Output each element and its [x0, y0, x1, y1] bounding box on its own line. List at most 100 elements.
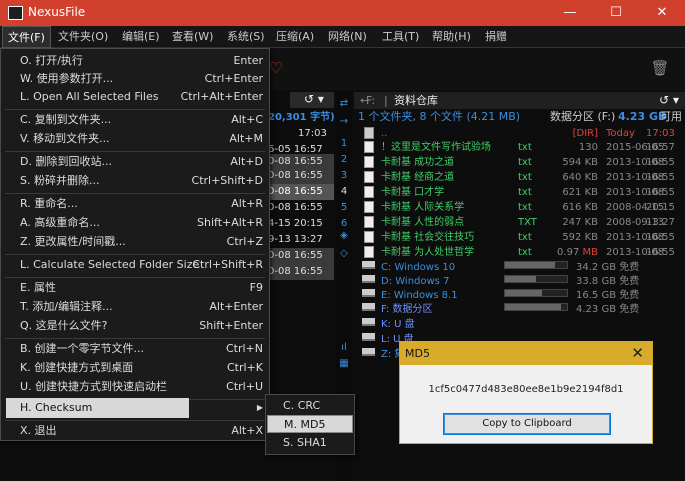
file-row[interactable]: 卡耐基 口才学 txt 621 KB 2013-10-08 16:55: [354, 186, 685, 200]
menu-donate[interactable]: 捐赠: [480, 26, 512, 48]
app-icon: [8, 6, 23, 20]
menu-item-comment[interactable]: T. 添加/编辑注释... Alt+Enter: [1, 297, 269, 317]
left-row[interactable]: 4-15 20:15: [268, 216, 334, 232]
menu-item-advanced-rename[interactable]: A. 高级重命名... Shift+Alt+R: [1, 213, 269, 233]
left-row[interactable]: 9-13 13:27: [268, 232, 334, 248]
file-row[interactable]: 卡耐基 经商之道 txt 640 KB 2013-10-08 16:55: [354, 171, 685, 185]
menu-network[interactable]: 网络(N): [323, 26, 372, 48]
menu-tools[interactable]: 工具(T): [377, 26, 424, 48]
path-drive[interactable]: F:: [366, 92, 375, 109]
copy-arrow-icon[interactable]: →: [338, 116, 350, 127]
file-size: 130: [578, 142, 598, 153]
file-menu-dropdown: O. 打开/执行 Enter W. 使用参数打开... Ctrl+Enter L. …: [0, 48, 270, 441]
file-ext: txt: [518, 142, 532, 153]
drive-row[interactable]: F: 数据分区 4.23 GB 免费: [354, 303, 685, 317]
submenu-item-md5[interactable]: M. MD5: [267, 415, 353, 433]
bookmark-5[interactable]: 5: [338, 202, 350, 213]
file-size: 594 KB: [562, 157, 598, 168]
menu-file[interactable]: 文件(F): [2, 26, 51, 48]
text-file-icon: [364, 216, 374, 228]
drive-row[interactable]: D: Windows 7 33.8 GB 免费: [354, 275, 685, 289]
menu-item-shred-delete[interactable]: S. 粉碎并删除... Ctrl+Shift+D: [1, 171, 269, 191]
menu-system[interactable]: 系统(S): [222, 26, 270, 48]
left-row[interactable]: 0-08 16:55: [268, 264, 334, 280]
text-file-icon: [364, 231, 374, 243]
left-row[interactable]: 0-08 16:55: [268, 168, 334, 184]
drive-row[interactable]: K: U 盘: [354, 318, 685, 332]
folder-summary: 1 个文件夹, 8 个文件 (4.21 MB): [358, 110, 521, 123]
left-panel-header: ↺ ▾: [290, 92, 334, 108]
left-refresh-icon[interactable]: ↺ ▾: [304, 92, 324, 106]
file-row[interactable]: 卡耐基 人际关系学 txt 616 KB 2008-04-15 20:15: [354, 201, 685, 215]
menu-edit[interactable]: 编辑(E): [117, 26, 165, 48]
dialog-close-icon[interactable]: ✕: [631, 342, 644, 365]
file-size: 247 KB: [562, 217, 598, 228]
menu-item-move-to[interactable]: V. 移动到文件夹... Alt+M: [1, 129, 269, 149]
menu-item-what-file[interactable]: Q. 这是什么文件? Shift+Enter: [1, 316, 269, 336]
menu-item-open[interactable]: O. 打开/执行 Enter: [1, 51, 269, 71]
copy-to-clipboard-button[interactable]: Copy to Clipboard: [443, 413, 611, 435]
path-folder[interactable]: 资料仓库: [394, 92, 438, 109]
bookmark-3[interactable]: 3: [338, 170, 350, 181]
menu-item-rename[interactable]: R. 重命名... Alt+R: [1, 194, 269, 214]
signal-icon[interactable]: ıl: [338, 342, 350, 353]
close-button[interactable]: ✕: [639, 0, 685, 26]
parent-dir-row[interactable]: .. [DIR] Today 17:03: [354, 127, 685, 141]
submenu-item-sha1[interactable]: S. SHA1: [267, 434, 353, 452]
drive-row[interactable]: E: Windows 8.1 16.5 GB 免费: [354, 289, 685, 303]
left-size-text: 20,301 字节): [268, 112, 334, 123]
file-ext: txt: [518, 202, 532, 213]
text-file-icon: [364, 201, 374, 213]
menu-item-zero-byte-file[interactable]: B. 创建一个零字节文件... Ctrl+N: [1, 339, 269, 359]
checksum-submenu-arrow-icon[interactable]: ▶: [189, 398, 269, 418]
menu-help[interactable]: 帮助(H): [427, 26, 476, 48]
menu-item-change-attributes[interactable]: Z. 更改属性/时间戳... Ctrl+Z: [1, 232, 269, 252]
file-time: 16:55: [646, 187, 675, 198]
file-row[interactable]: 卡耐基 人性的弱点 TXT 247 KB 2008-09-13 13:27: [354, 216, 685, 230]
left-row[interactable]: 0-08 16:55: [268, 200, 334, 216]
left-row[interactable]: 0-08 16:55: [268, 184, 334, 200]
swap-panels-icon[interactable]: ⇄: [338, 98, 350, 109]
menu-item-checksum[interactable]: H. Checksum: [6, 398, 189, 418]
right-info-bar: 1 个文件夹, 8 个文件 (4.21 MB) 数据分区 (F:) 4.23 G…: [354, 109, 685, 125]
bookmark-4[interactable]: 4: [338, 186, 350, 197]
diamond-outline-icon[interactable]: ◇: [338, 248, 350, 259]
file-row[interactable]: ！这里是文件写作试验场 txt 130 2015-06-05 16:57: [354, 141, 685, 155]
bookmark-2[interactable]: 2: [338, 154, 350, 165]
menu-item-folder-size[interactable]: L. Calculate Selected Folder Size Ctrl+Sh…: [1, 255, 269, 275]
file-row[interactable]: 卡耐基 成功之道 txt 594 KB 2013-10-08 16:55: [354, 156, 685, 170]
drive-row[interactable]: C: Windows 10 34.2 GB 免费: [354, 261, 685, 275]
file-ext: txt: [518, 232, 532, 243]
menu-folder[interactable]: 文件夹(O): [53, 26, 113, 48]
menu-item-open-all[interactable]: L. Open All Selected Files Ctrl+Alt+Enter: [1, 87, 269, 107]
bookmark-6[interactable]: 6: [338, 218, 350, 229]
menu-item-quicklaunch-shortcut[interactable]: U. 创建快捷方式到快速启动栏 Ctrl+U: [1, 377, 269, 397]
bookmark-1[interactable]: 1: [338, 138, 350, 149]
right-refresh-icon[interactable]: ↺ ▾: [659, 92, 679, 109]
submenu-item-crc[interactable]: C. CRC: [267, 397, 353, 415]
diamond-icon[interactable]: ◈: [338, 230, 350, 241]
menu-item-exit[interactable]: X. 退出 Alt+X: [1, 421, 269, 441]
text-file-icon: [364, 186, 374, 198]
drive-free: 33.8 GB 免费: [576, 276, 640, 287]
file-name: 卡耐基 为人处世哲学: [381, 247, 475, 258]
grid-icon[interactable]: ▦: [338, 358, 350, 369]
menu-item-open-with-args[interactable]: W. 使用参数打开... Ctrl+Enter: [1, 69, 269, 89]
drive-usage-bar: [504, 289, 568, 297]
left-row[interactable]: 0-08 16:55: [268, 248, 334, 264]
menu-item-copy-to[interactable]: C. 复制到文件夹... Alt+C: [1, 110, 269, 130]
drive-usage-bar: [504, 303, 568, 311]
menu-item-properties[interactable]: E. 属性 F9: [1, 278, 269, 298]
menu-item-delete-to-bin[interactable]: D. 删除到回收站... Alt+D: [1, 152, 269, 172]
file-row[interactable]: 卡耐基 社会交往技巧 txt 592 KB 2013-10-08 16:55: [354, 231, 685, 245]
minimize-button[interactable]: —: [547, 0, 593, 26]
file-ext: txt: [518, 187, 532, 198]
right-path-bar[interactable]: ← F: | 资料仓库 ↺ ▾: [354, 92, 685, 109]
maximize-button[interactable]: ☐: [593, 0, 639, 26]
menu-compress[interactable]: 压缩(A): [271, 26, 319, 48]
trash-icon[interactable]: 🗑: [650, 58, 670, 78]
menu-bar: 文件(F) 文件夹(O) 编辑(E) 查看(W) 系统(S) 压缩(A) 网络(…: [0, 26, 685, 48]
menu-view[interactable]: 查看(W): [167, 26, 218, 48]
menu-item-desktop-shortcut[interactable]: K. 创建快捷方式到桌面 Ctrl+K: [1, 358, 269, 378]
file-row[interactable]: 卡耐基 为人处世哲学 txt 0.97 MB 2013-10-08 16:55: [354, 246, 685, 260]
